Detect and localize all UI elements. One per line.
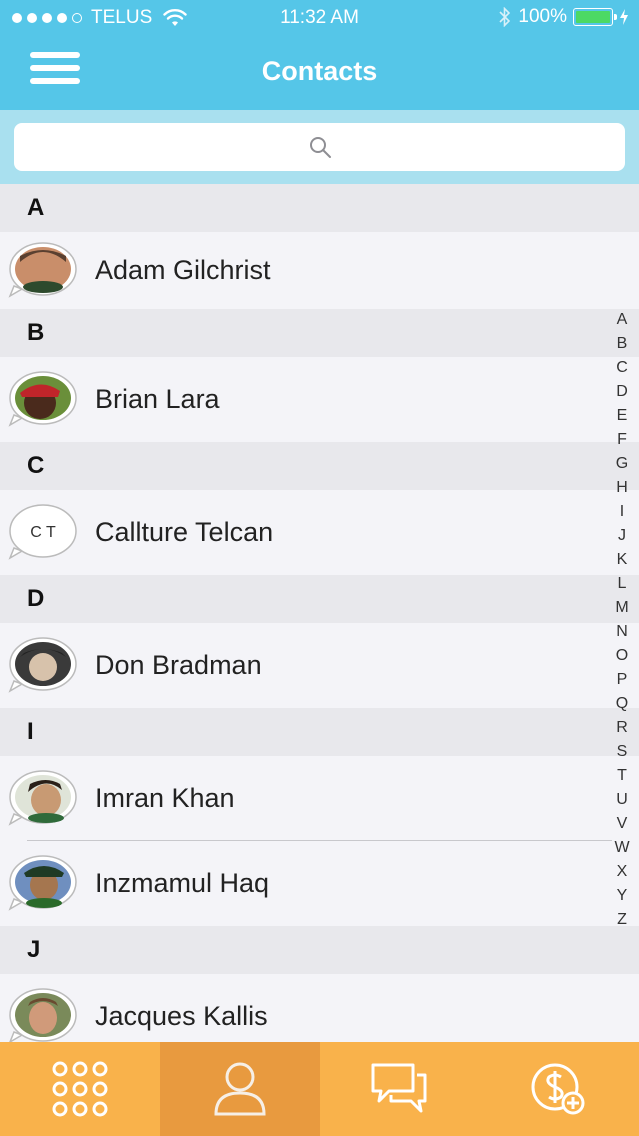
bluetooth-icon	[499, 7, 511, 27]
tab-bar	[0, 1042, 639, 1136]
index-letter-k[interactable]: K	[617, 548, 628, 572]
status-bar: TELUS 11:32 AM 100%	[0, 0, 639, 36]
contact-row[interactable]: Don Bradman	[0, 623, 639, 708]
index-letter-r[interactable]: R	[616, 716, 628, 740]
contact-name: Inzmamul Haq	[95, 868, 270, 898]
index-letter-v[interactable]: V	[617, 812, 628, 836]
page-title: Contacts	[261, 56, 378, 86]
section-header-d: D	[0, 575, 639, 623]
contact-row[interactable]: Inzmamul Haq	[0, 841, 639, 926]
tab-messages[interactable]	[320, 1042, 480, 1136]
section-header-a: A	[0, 184, 639, 232]
contact-row[interactable]: Imran Khan	[0, 756, 639, 841]
index-letter-p[interactable]: P	[617, 668, 628, 692]
index-letter-q[interactable]: Q	[616, 692, 628, 716]
tab-add-credit[interactable]	[479, 1042, 639, 1136]
battery-percent: 100%	[518, 6, 567, 27]
contact-name: Adam Gilchrist	[95, 255, 271, 285]
avatar	[8, 769, 78, 828]
section-header-j: J	[0, 926, 639, 974]
index-letter-n[interactable]: N	[616, 620, 628, 644]
tab-dialpad[interactable]	[0, 1042, 160, 1136]
contact-name: Imran Khan	[95, 783, 235, 813]
index-letter-u[interactable]: U	[616, 788, 628, 812]
contact-row[interactable]: Brian Lara	[0, 357, 639, 442]
tab-contacts[interactable]	[159, 1042, 320, 1136]
alphabet-index[interactable]: ABCDEFGHIJKLMNOPQRSTUVWXYZ	[611, 308, 633, 932]
search-input[interactable]	[14, 123, 625, 171]
index-letter-w[interactable]: W	[614, 836, 629, 860]
search-bar	[0, 110, 639, 184]
contact-name: Brian Lara	[95, 384, 220, 414]
avatar-initials: C T	[30, 524, 56, 541]
index-letter-l[interactable]: L	[618, 572, 627, 596]
index-letter-m[interactable]: M	[615, 596, 628, 620]
charging-bolt-icon	[620, 9, 628, 25]
search-icon	[309, 137, 331, 158]
index-letter-j[interactable]: J	[618, 524, 626, 548]
contact-row[interactable]: Adam Gilchrist	[0, 232, 639, 309]
avatar	[8, 241, 78, 300]
contacts-icon	[214, 1062, 266, 1116]
contact-row[interactable]: Jacques Kallis	[0, 974, 639, 1042]
index-letter-e[interactable]: E	[617, 404, 628, 428]
index-letter-d[interactable]: D	[616, 380, 628, 404]
dialpad-icon	[52, 1061, 108, 1117]
avatar: C T	[8, 503, 78, 562]
avatar	[8, 370, 78, 429]
index-letter-s[interactable]: S	[617, 740, 628, 764]
index-letter-g[interactable]: G	[616, 452, 628, 476]
contact-name: Callture Telcan	[95, 517, 274, 547]
avatar	[8, 636, 78, 695]
avatar	[8, 987, 78, 1042]
index-letter-o[interactable]: O	[616, 644, 628, 668]
status-right: 100%	[498, 6, 629, 28]
section-header-c: C	[0, 442, 639, 490]
add-credit-icon	[531, 1063, 585, 1115]
header-bar: TELUS 11:32 AM 100% Contacts	[0, 0, 639, 110]
index-letter-i[interactable]: I	[620, 500, 624, 524]
battery-icon	[573, 8, 617, 26]
contact-list[interactable]: A Adam Gilchrist B Brian Lara C C T Call…	[0, 184, 639, 1042]
index-letter-t[interactable]: T	[617, 764, 627, 788]
contact-name: Don Bradman	[95, 650, 262, 680]
section-header-i: I	[0, 708, 639, 756]
index-letter-h[interactable]: H	[616, 476, 628, 500]
index-letter-z[interactable]: Z	[617, 908, 627, 932]
avatar	[8, 854, 78, 913]
messages-icon	[371, 1063, 427, 1113]
contact-name: Jacques Kallis	[95, 1001, 268, 1031]
contact-row[interactable]: C T Callture Telcan	[0, 490, 639, 575]
index-letter-f[interactable]: F	[617, 428, 627, 452]
index-letter-b[interactable]: B	[617, 332, 628, 356]
section-header-b: B	[0, 309, 639, 357]
index-letter-x[interactable]: X	[617, 860, 628, 884]
index-letter-c[interactable]: C	[616, 356, 628, 380]
index-letter-y[interactable]: Y	[617, 884, 628, 908]
index-letter-a[interactable]: A	[617, 308, 628, 332]
